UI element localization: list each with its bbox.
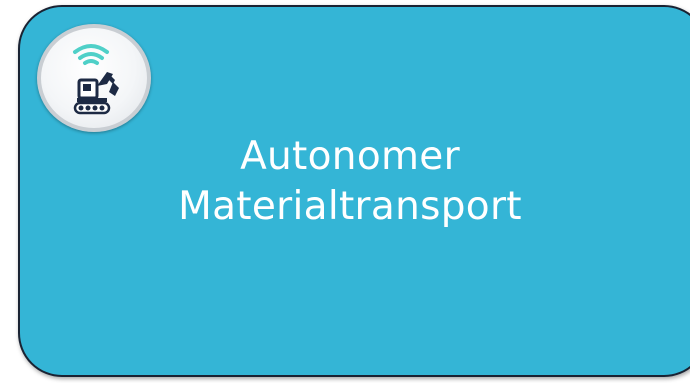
autonomous-excavator-icon — [73, 44, 119, 115]
card-title-line-2: Materialtransport — [178, 184, 522, 229]
excavator-icon — [73, 72, 119, 115]
card-title-line-1: Autonomer — [240, 134, 460, 179]
autonomous-excavator-badge — [37, 24, 151, 132]
card-title: Autonomer Materialtransport — [100, 132, 600, 232]
wifi-signal-icon — [73, 44, 109, 65]
